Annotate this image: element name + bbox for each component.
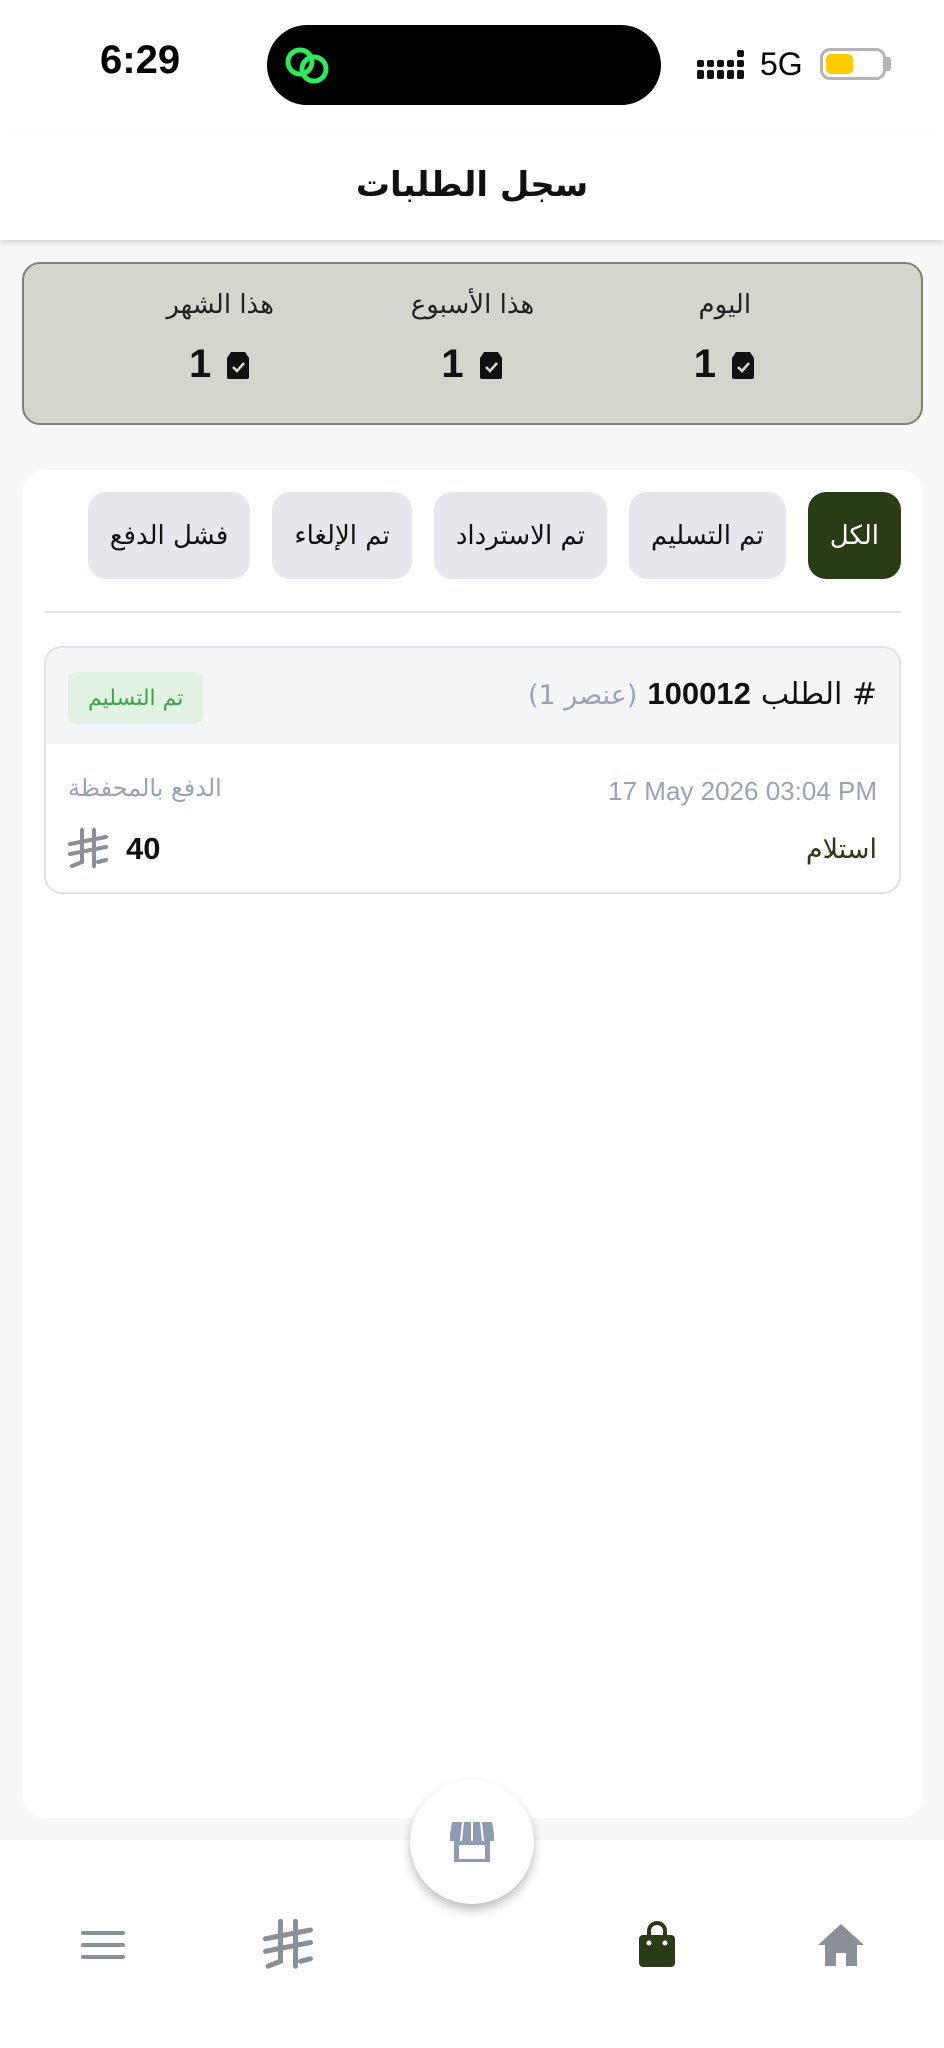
order-item-count: (1 عنصر) [527,680,638,711]
nav-menu[interactable] [68,1910,138,1980]
battery-level [826,54,853,74]
order-date: 17 May 2026 03:04 PM [608,776,877,806]
bag-icon [639,1921,675,1967]
stats-summary: اليوم 1 هذا الأسبوع 1 هذا الشهر 1 [22,262,923,425]
battery-cap [886,57,891,71]
riyal-icon [263,1918,313,1969]
tab-cancelled[interactable]: تم الإلغاء [272,492,412,579]
status-time: 6:29 [100,38,181,82]
total-value: 40 [126,831,161,866]
stat-today: اليوم 1 [625,264,825,423]
store-icon [450,1821,494,1862]
app-header: سجل الطلبات [0,130,944,240]
tab-refunded[interactable]: تم الاسترداد [433,492,608,579]
home-icon [818,1924,864,1966]
nav-home[interactable] [806,1910,876,1980]
order-total: 40 [68,828,160,870]
stat-this-week: هذا الأسبوع 1 [372,264,572,423]
tab-payment-failed[interactable]: فشل الدفع [87,492,251,579]
link-icon [285,47,329,84]
menu-icon [81,1931,125,1959]
tab-all[interactable]: الكل [807,492,901,579]
tab-delivered[interactable]: تم التسليم [629,492,786,579]
stat-value: 1 [441,342,464,386]
stat-value: 1 [693,342,716,386]
battery-icon [820,48,886,80]
filter-tabs: الكل تم التسليم تم الاسترداد تم الإلغاء … [87,492,901,579]
package-icon [731,351,754,379]
stat-value: 1 [189,342,212,386]
divider [44,611,901,613]
package-icon [227,351,250,379]
stat-label: اليوم [698,290,752,320]
store-button[interactable] [410,1780,534,1904]
riyal-icon [68,828,108,868]
orders-panel: الكل تم التسليم تم الاسترداد تم الإلغاء … [22,470,923,1818]
payment-method: الدفع بالمحفظة [68,774,222,802]
page-title: سجل الطلبات [355,165,589,205]
order-label: الطلب # [760,677,877,712]
order-card-header: الطلب # 100012 (1 عنصر) تم التسليم [46,648,899,744]
package-icon [479,351,502,379]
cellular-signal-icon [697,50,744,79]
order-title: الطلب # 100012 (1 عنصر) [528,676,877,712]
nav-orders[interactable] [622,1910,692,1980]
dynamic-island [267,25,661,105]
status-badge: تم التسليم [68,672,204,724]
order-number: 100012 [647,676,751,711]
status-bar: 6:29 5G [0,0,944,130]
order-card[interactable]: الطلب # 100012 (1 عنصر) تم التسليم 17 Ma… [44,646,901,894]
stat-label: هذا الأسبوع [410,290,535,320]
network-type: 5G [760,46,803,82]
stat-label: هذا الشهر [166,290,274,320]
stat-this-month: هذا الشهر 1 [120,264,320,423]
delivery-type: استلام [805,834,877,865]
nav-wallet[interactable] [253,1910,323,1980]
